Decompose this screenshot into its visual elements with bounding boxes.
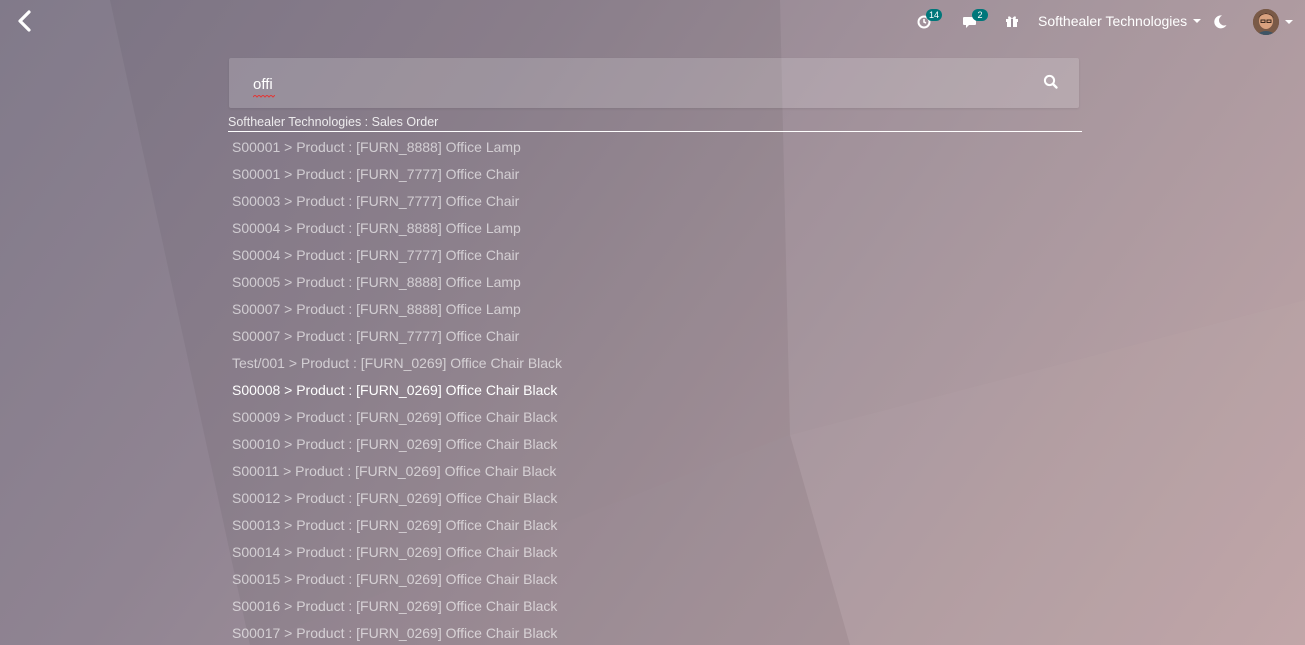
search-result-item[interactable]: S00004 > Product : [FURN_8888] Office La… (232, 215, 1082, 242)
search-result-item[interactable]: S00008 > Product : [FURN_0269] Office Ch… (232, 377, 1082, 404)
dark-mode-toggle[interactable] (1212, 11, 1228, 31)
activity-button[interactable]: 14 (916, 9, 944, 31)
search-result-item[interactable]: S00001 > Product : [FURN_8888] Office La… (232, 134, 1082, 161)
search-result-item[interactable]: S00007 > Product : [FURN_7777] Office Ch… (232, 323, 1082, 350)
company-name: Softhealer Technologies (1038, 13, 1188, 29)
search-result-item[interactable]: S00001 > Product : [FURN_7777] Office Ch… (232, 161, 1082, 188)
search-icon (1043, 74, 1058, 89)
search-result-item[interactable]: Test/001 > Product : [FURN_0269] Office … (232, 350, 1082, 377)
moon-icon (1214, 15, 1227, 29)
messages-badge: 2 (972, 9, 988, 21)
search-result-item[interactable]: S00010 > Product : [FURN_0269] Office Ch… (232, 431, 1082, 458)
search-result-item[interactable]: S00011 > Product : [FURN_0269] Office Ch… (232, 458, 1082, 485)
search-result-item[interactable]: S00012 > Product : [FURN_0269] Office Ch… (232, 485, 1082, 512)
search-result-item[interactable]: S00013 > Product : [FURN_0269] Office Ch… (232, 512, 1082, 539)
avatar-image (1253, 9, 1279, 35)
search-result-item[interactable]: S00015 > Product : [FURN_0269] Office Ch… (232, 566, 1082, 593)
search-result-item[interactable]: S00007 > Product : [FURN_8888] Office La… (232, 296, 1082, 323)
user-avatar[interactable] (1253, 9, 1279, 35)
activity-badge: 14 (926, 9, 943, 21)
search-result-item[interactable]: S00003 > Product : [FURN_7777] Office Ch… (232, 188, 1082, 215)
search-result-item[interactable]: S00016 > Product : [FURN_0269] Office Ch… (232, 593, 1082, 620)
top-bar: 14 2 Softhealer Technologies (0, 0, 1305, 44)
search-result-item[interactable]: S00004 > Product : [FURN_7777] Office Ch… (232, 242, 1082, 269)
search-result-item[interactable]: S00009 > Product : [FURN_0269] Office Ch… (232, 404, 1082, 431)
search-result-item[interactable]: S00005 > Product : [FURN_8888] Office La… (232, 269, 1082, 296)
search-result-item[interactable]: S00017 > Product : [FURN_0269] Office Ch… (232, 620, 1082, 645)
gift-button[interactable] (1005, 11, 1019, 31)
search-results-list: S00001 > Product : [FURN_8888] Office La… (232, 134, 1082, 645)
results-group-header: Softhealer Technologies : Sales Order (228, 115, 1082, 132)
search-bar (229, 58, 1079, 108)
search-result-item[interactable]: S00014 > Product : [FURN_0269] Office Ch… (232, 539, 1082, 566)
gift-icon (1006, 16, 1018, 27)
spellcheck-underline (253, 95, 275, 98)
messages-button[interactable]: 2 (962, 9, 988, 31)
company-switcher[interactable]: Softhealer Technologies (1038, 13, 1202, 30)
search-button[interactable] (1042, 73, 1060, 91)
user-menu-caret-icon[interactable] (1285, 20, 1293, 24)
chevron-left-icon (18, 10, 31, 32)
caret-down-icon (1193, 19, 1202, 23)
search-input[interactable] (253, 74, 1013, 94)
back-button[interactable] (14, 9, 36, 33)
